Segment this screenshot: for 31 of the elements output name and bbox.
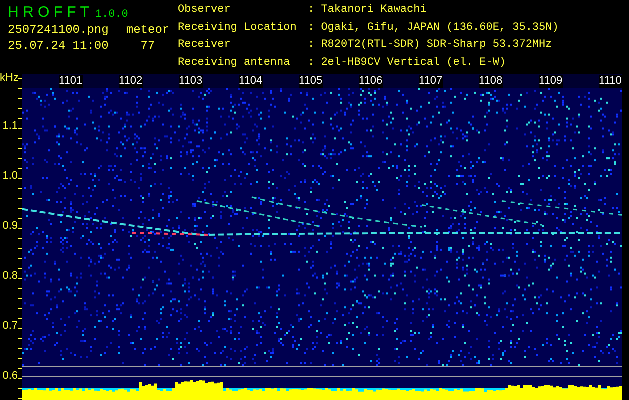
time-label: 1108	[479, 74, 503, 88]
time-label: 1110	[599, 74, 622, 88]
time-label: 1105	[299, 74, 323, 88]
time-label: 1104	[239, 74, 263, 88]
file-name: 2507241100.png	[8, 22, 110, 38]
meteor-label: meteor	[126, 22, 170, 38]
info-label: Receiving Location	[178, 22, 298, 36]
y-axis-label: 0.6	[2, 370, 18, 382]
time-label: 1109	[539, 74, 563, 88]
info-label: Receiving antenna	[178, 56, 292, 70]
time-label: 1103	[179, 74, 203, 88]
info-value: : Takanori Kawachi	[308, 4, 428, 18]
meteor-count: 77	[140, 38, 156, 54]
unit-label: kHz	[0, 72, 18, 84]
app-name: H R O F F T	[8, 4, 90, 21]
time-label: 1106	[359, 74, 383, 88]
info-value: : Ogaki, Gifu, JAPAN (136.60E, 35.35N)	[308, 22, 559, 36]
y-axis-label: 0.7	[2, 320, 18, 332]
timestamp: 25.07.24 11:00	[8, 38, 110, 54]
y-axis-label: 0.8	[2, 270, 18, 282]
info-label: Observer	[178, 4, 232, 18]
y-axis-label: 1.1	[2, 120, 18, 132]
time-label: 1102	[119, 74, 143, 88]
y-axis-label: 1.0	[2, 170, 18, 182]
time-label: 1107	[419, 74, 443, 88]
time-label: 1101	[59, 74, 83, 88]
y-axis-label: 0.9	[2, 220, 18, 232]
info-value: : R820T2(RTL-SDR) SDR-Sharp 53.372MHz	[308, 39, 554, 53]
info-label: Receiver	[178, 39, 232, 53]
info-value: : 2el-HB9CV Vertical (el. E-W)	[308, 56, 508, 70]
app-version: 1.0.0	[95, 9, 128, 21]
